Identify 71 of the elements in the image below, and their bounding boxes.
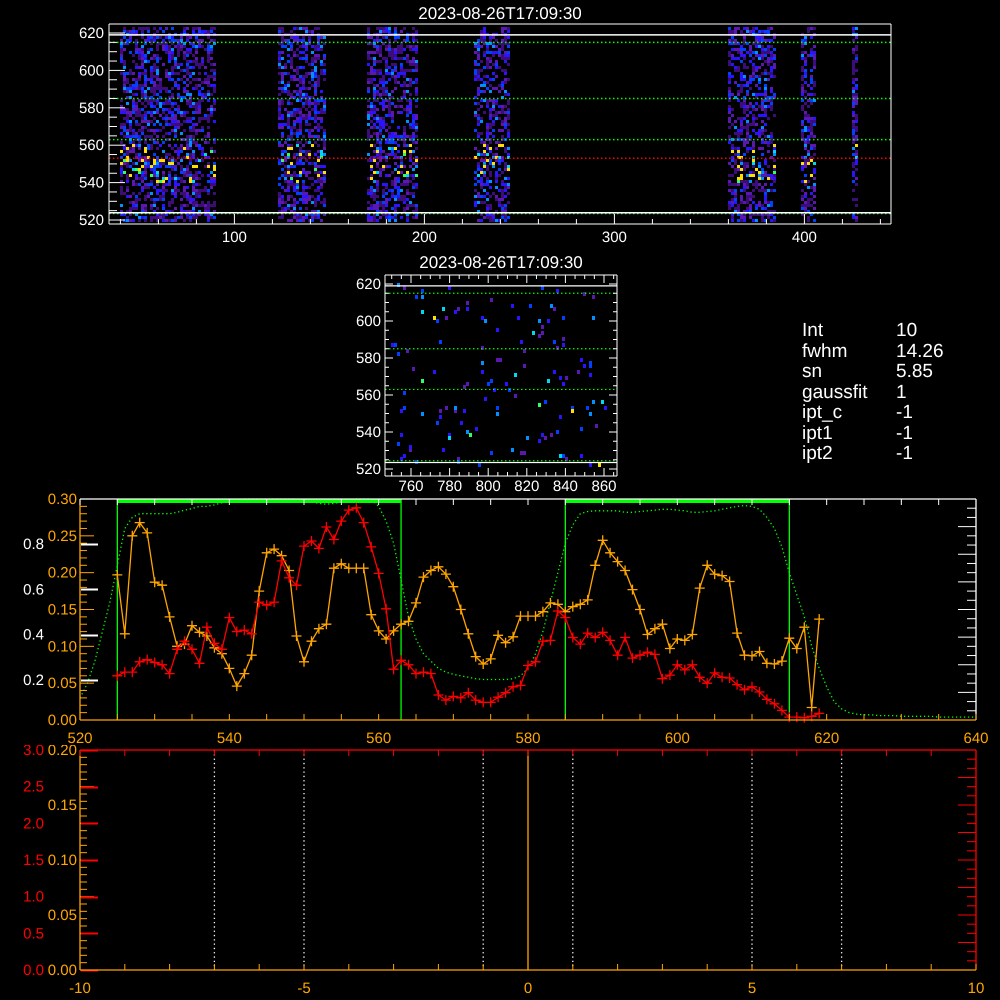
plot-title: 2023-08-26T17:09:30 xyxy=(418,4,582,23)
tick-label: 840 xyxy=(552,478,578,493)
tick-label: 560 xyxy=(366,730,392,745)
tick-label: 560 xyxy=(78,137,104,154)
tick-label: 540 xyxy=(78,174,104,192)
tick-label: 0.15 xyxy=(48,602,77,618)
parameter-value: 5.85 xyxy=(895,362,934,382)
tick-label: 580 xyxy=(356,350,381,367)
parameter-label: gaussfit xyxy=(802,382,868,403)
tick-label: 0.30 xyxy=(48,493,77,508)
tick-label: 300 xyxy=(602,229,627,245)
tick-label: 780 xyxy=(437,478,462,493)
parameter-label: ipt2 xyxy=(802,444,834,464)
tick-label: 860 xyxy=(591,478,617,493)
tick-label: 2.0 xyxy=(23,815,44,832)
tick-label: 620 xyxy=(78,25,104,42)
tick-label: -10 xyxy=(69,980,91,997)
tick-label: 0.8 xyxy=(23,536,44,553)
tick-label: 800 xyxy=(476,478,501,493)
tick-label: 0.00 xyxy=(48,962,77,979)
parameter-value: 14.26 xyxy=(895,342,944,362)
parameter-value: 1 xyxy=(895,382,908,403)
tick-label: 0.2 xyxy=(23,672,44,689)
tick-label: 5 xyxy=(748,980,756,997)
tick-label: 2.5 xyxy=(23,778,44,796)
tick-label: 0.4 xyxy=(23,626,44,644)
tick-label: 0.05 xyxy=(48,907,77,924)
parameter-value: -1 xyxy=(895,403,914,424)
parameter-label: sn xyxy=(802,362,824,382)
tick-label: 820 xyxy=(514,478,540,493)
tick-label: 200 xyxy=(412,229,437,245)
tick-label: 0.15 xyxy=(48,797,77,814)
tick-label: 0.10 xyxy=(48,852,77,869)
tick-label: 0.5 xyxy=(23,925,44,942)
tick-label: 600 xyxy=(664,730,690,745)
tick-label: 0.6 xyxy=(23,581,44,598)
tick-label: 0.25 xyxy=(48,528,77,545)
tick-label: 540 xyxy=(356,424,381,441)
tick-label: -5 xyxy=(297,980,311,997)
tick-label: 600 xyxy=(78,62,104,80)
tick-label: 1.0 xyxy=(23,888,44,906)
tick-label: 0.10 xyxy=(48,638,77,656)
tick-label: 1.5 xyxy=(23,852,44,869)
tick-label: 520 xyxy=(356,461,381,478)
tick-label: 100 xyxy=(222,229,247,245)
tick-label: 400 xyxy=(792,229,817,245)
tick-label: 0.20 xyxy=(48,564,77,582)
tick-label: 0 xyxy=(524,980,532,997)
parameter-value: -1 xyxy=(895,444,914,464)
tick-label: 520 xyxy=(67,730,93,745)
tick-label: 640 xyxy=(963,730,989,745)
tick-label: 520 xyxy=(78,212,104,229)
tick-label: 580 xyxy=(515,730,541,745)
tick-label: 540 xyxy=(216,730,242,745)
tick-label: 600 xyxy=(356,313,381,330)
tick-label: 760 xyxy=(398,478,424,493)
tick-label: 620 xyxy=(814,730,840,745)
tick-label: 620 xyxy=(356,276,381,293)
tick-label: 0.00 xyxy=(48,712,77,729)
parameter-label: Int xyxy=(802,321,824,342)
tick-label: 0.05 xyxy=(48,675,77,692)
parameter-label: ipt1 xyxy=(802,424,834,444)
parameter-value: -1 xyxy=(895,424,914,444)
tick-label: 0.0 xyxy=(23,962,44,979)
tick-label: 560 xyxy=(356,387,381,404)
tick-label: 10 xyxy=(968,980,984,997)
parameter-label: fwhm xyxy=(802,342,848,362)
tick-label: 580 xyxy=(78,100,104,117)
plot-title: 2023-08-26T17:09:30 xyxy=(419,253,583,272)
parameter-value: 10 xyxy=(895,321,918,342)
parameter-label: ipt_c xyxy=(802,403,844,424)
